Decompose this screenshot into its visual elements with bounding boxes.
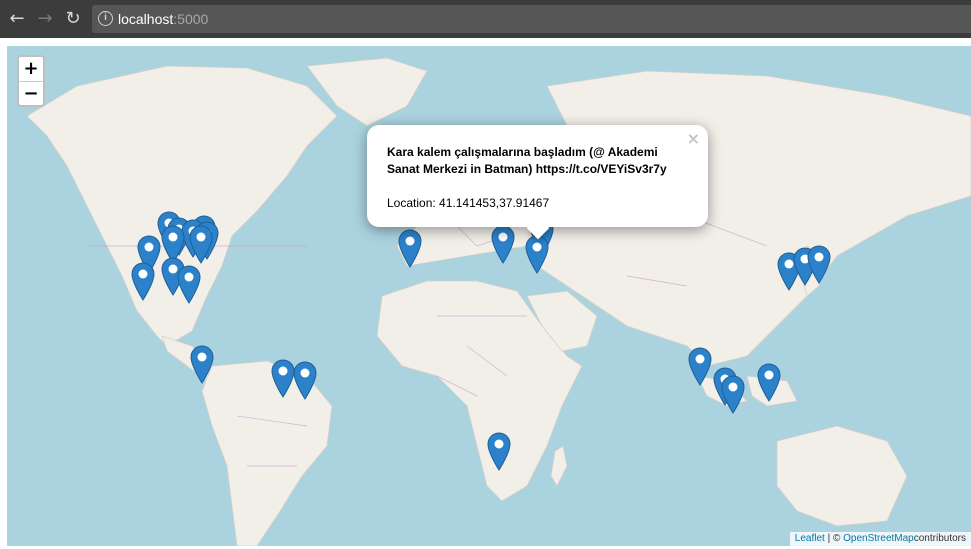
map-marker-icon[interactable] [490, 224, 516, 264]
map-marker-icon[interactable] [687, 346, 713, 386]
world-map[interactable]: + − × Kara kalem çalışmalarına başladım … [7, 46, 971, 546]
map-marker-icon[interactable] [188, 224, 214, 264]
map-marker-icon[interactable] [397, 228, 423, 268]
zoom-control: + − [17, 55, 45, 107]
map-marker-icon[interactable] [756, 362, 782, 402]
map-marker-icon[interactable] [486, 431, 512, 471]
map-marker-icon[interactable] [189, 344, 215, 384]
map-marker-icon[interactable] [130, 261, 156, 301]
url-host: localhost [118, 11, 174, 27]
url-text: localhost:5000 [118, 11, 208, 27]
popup-location: Location: 41.141453,37.91467 [387, 196, 550, 210]
popup-content: Kara kalem çalışmalarına başladım (@ Aka… [387, 144, 687, 212]
popup-close-button[interactable]: × [687, 129, 700, 148]
map-marker-icon[interactable] [292, 360, 318, 400]
browser-toolbar: ← → ↻ i localhost:5000 [0, 0, 971, 38]
leaflet-link[interactable]: Leaflet [795, 533, 825, 544]
address-bar[interactable]: i localhost:5000 [92, 5, 971, 33]
zoom-out-button[interactable]: − [19, 81, 43, 105]
zoom-in-button[interactable]: + [19, 57, 43, 81]
reload-icon[interactable]: ↻ [63, 9, 83, 29]
osm-link[interactable]: OpenStreetMap [843, 533, 914, 544]
attribution-separator: | © [824, 533, 844, 544]
map-marker-icon[interactable] [524, 234, 550, 274]
map-marker-icon[interactable] [806, 244, 832, 284]
popup-message: Kara kalem çalışmalarına başladım (@ Aka… [387, 145, 667, 176]
map-marker-icon[interactable] [176, 264, 202, 304]
info-icon[interactable]: i [98, 11, 113, 26]
marker-popup: × Kara kalem çalışmalarına başladım (@ A… [367, 125, 708, 240]
map-attribution: Leaflet | © OpenStreetMapcontributors [789, 532, 971, 546]
url-port: :5000 [173, 11, 209, 27]
attribution-suffix: contributors [913, 533, 966, 544]
map-marker-icon[interactable] [720, 374, 746, 414]
forward-icon[interactable]: → [35, 9, 55, 29]
back-icon[interactable]: ← [7, 9, 27, 29]
